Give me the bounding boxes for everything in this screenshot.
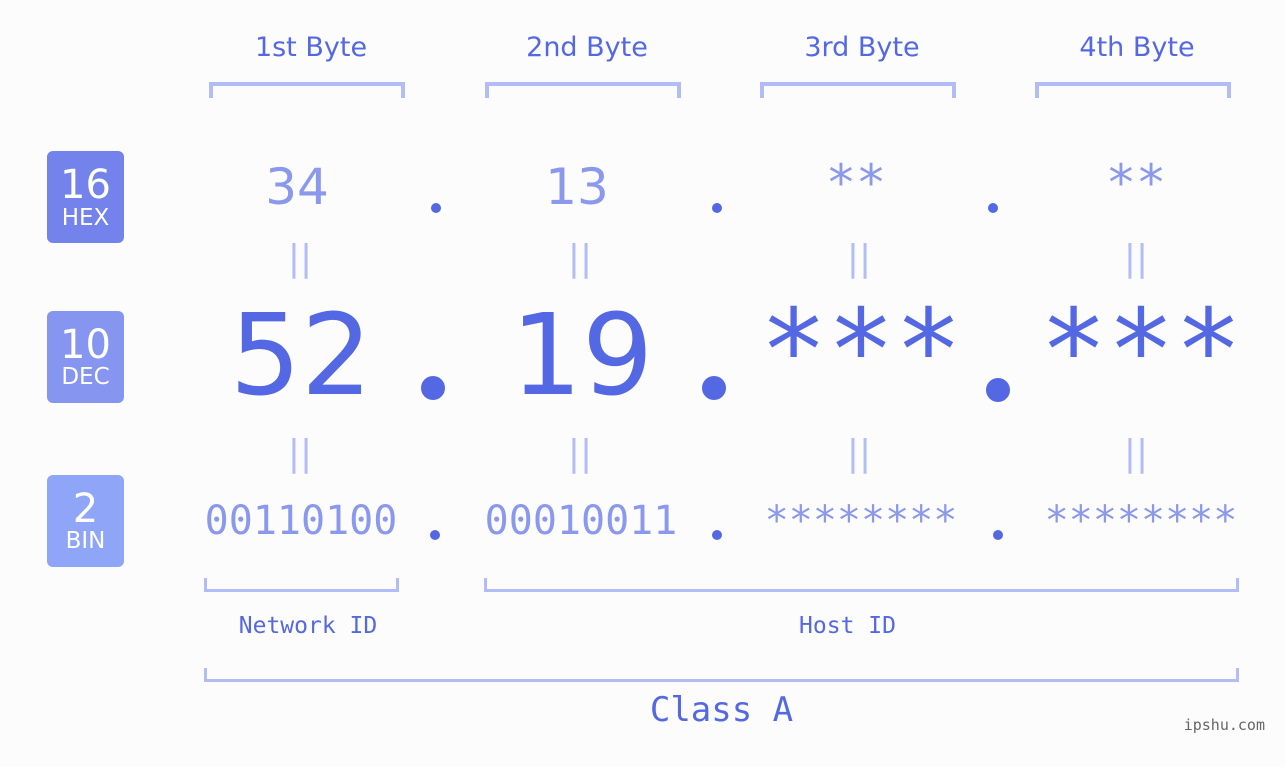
byte-header-2: 2nd Byte: [526, 32, 648, 63]
byte-header-4: 4th Byte: [1079, 32, 1195, 63]
class-bracket: [204, 668, 1239, 682]
hex-badge-label: HEX: [61, 205, 110, 231]
equals-hex-dec-2: ||: [567, 238, 593, 279]
bin-badge-number: 2: [72, 486, 99, 532]
byte-header-3: 3rd Byte: [804, 32, 920, 63]
byte-bracket-2: [485, 82, 681, 98]
bin-value-2: 00010011: [484, 498, 678, 544]
dec-badge: 10 DEC: [47, 311, 124, 403]
byte-bracket-1: [209, 82, 405, 98]
dec-badge-number: 10: [60, 322, 111, 368]
hex-badge-number: 16: [60, 162, 111, 208]
bin-badge: 2 BIN: [47, 475, 124, 567]
bin-dot-2: [712, 530, 722, 540]
hex-value-2: 13: [545, 158, 609, 216]
hex-dot-1: [431, 203, 441, 213]
dec-dot-3: [986, 378, 1010, 402]
dec-value-1: 52: [229, 291, 373, 421]
dec-dot-1: [421, 376, 445, 400]
hex-dot-2: [712, 203, 722, 213]
watermark: ipshu.com: [1183, 716, 1265, 734]
bin-value-3: ********: [764, 498, 958, 544]
hex-dot-3: [988, 203, 998, 213]
dec-value-2: 19: [510, 291, 654, 421]
dec-value-3: ***: [759, 286, 963, 416]
dec-dot-2: [702, 376, 726, 400]
hex-value-4: **: [1105, 154, 1167, 212]
bin-value-1: 00110100: [204, 498, 398, 544]
byte-header-1: 1st Byte: [254, 32, 368, 63]
ip-class-label: Class A: [649, 690, 794, 730]
dec-badge-label: DEC: [61, 364, 110, 390]
equals-hex-dec-3: ||: [846, 238, 872, 279]
bin-dot-1: [430, 530, 440, 540]
network-id-bracket: [204, 578, 399, 592]
equals-hex-dec-4: ||: [1123, 238, 1149, 279]
equals-dec-bin-2: ||: [567, 433, 593, 474]
host-id-bracket: [484, 578, 1239, 592]
equals-hex-dec-1: ||: [287, 238, 313, 279]
equals-dec-bin-4: ||: [1123, 433, 1149, 474]
equals-dec-bin-3: ||: [846, 433, 872, 474]
equals-dec-bin-1: ||: [287, 433, 313, 474]
hex-value-3: **: [825, 154, 887, 212]
host-id-label: Host ID: [799, 613, 896, 639]
bin-badge-label: BIN: [65, 528, 106, 554]
network-id-label: Network ID: [238, 613, 378, 639]
byte-bracket-4: [1035, 82, 1231, 98]
bin-dot-3: [993, 530, 1003, 540]
hex-badge: 16 HEX: [47, 151, 124, 243]
bin-value-4: ********: [1044, 498, 1238, 544]
dec-value-4: ***: [1039, 286, 1243, 416]
hex-value-1: 34: [265, 158, 329, 216]
byte-bracket-3: [760, 82, 956, 98]
